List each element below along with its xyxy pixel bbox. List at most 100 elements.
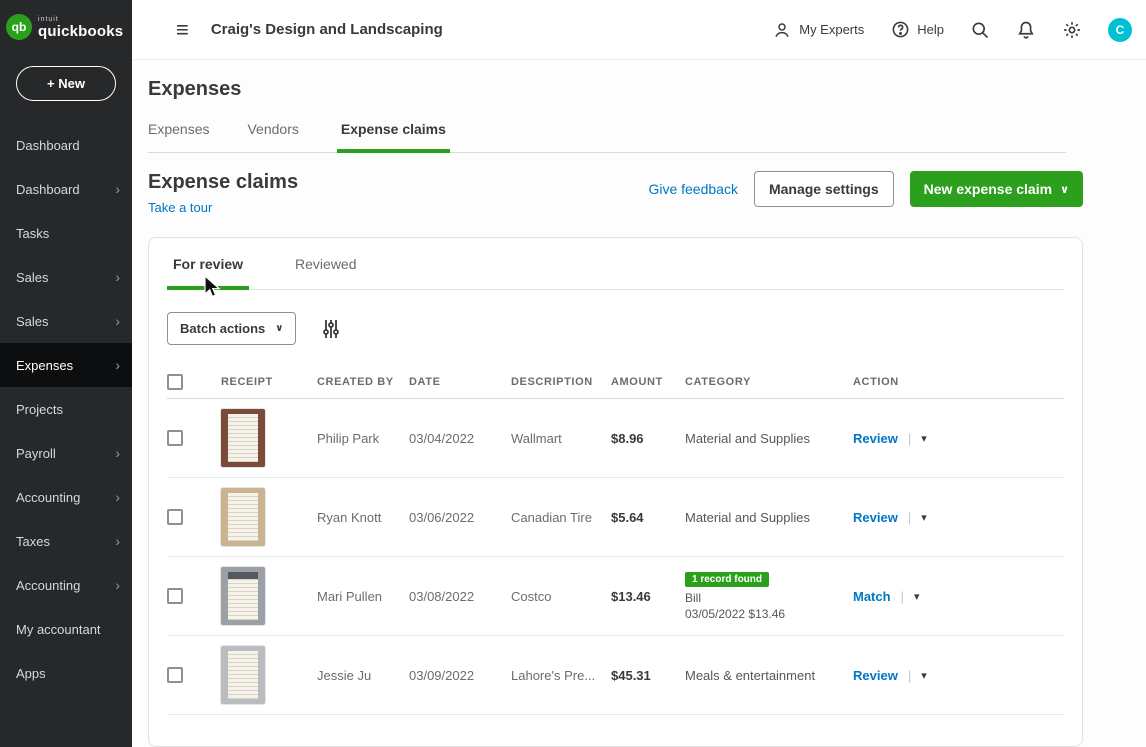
- help-button[interactable]: Help: [890, 20, 944, 40]
- chevron-down-icon: ∨: [1060, 183, 1069, 196]
- divider: |: [907, 430, 912, 446]
- tab-for-review[interactable]: For review: [167, 256, 250, 290]
- sidebar-item-payroll[interactable]: Payroll ›: [0, 431, 132, 475]
- sidebar-item-apps[interactable]: Apps: [0, 651, 132, 695]
- settings-gear-icon[interactable]: [1062, 20, 1082, 40]
- created-by-cell: Ryan Knott: [317, 509, 382, 525]
- category-cell: Material and Supplies: [685, 430, 811, 446]
- amount-cell: $5.64: [611, 509, 644, 525]
- amount-cell: $8.96: [611, 430, 644, 446]
- created-by-cell: Philip Park: [317, 430, 380, 446]
- column-header-receipt: RECEIPT: [221, 375, 273, 388]
- user-avatar[interactable]: C: [1108, 17, 1132, 42]
- tab-expenses[interactable]: Expenses: [148, 121, 209, 152]
- receipt-thumbnail[interactable]: [221, 567, 265, 625]
- date-cell: 03/08/2022: [409, 588, 475, 604]
- qb-logo-icon: qb: [6, 14, 32, 40]
- sidebar-item-dashboard-2[interactable]: Dashboard ›: [0, 167, 132, 211]
- receipt-thumbnail[interactable]: [221, 409, 265, 467]
- chevron-right-icon: ›: [115, 533, 120, 549]
- table-row: Ryan Knott 03/06/2022 Canadian Tire $5.6…: [167, 478, 1064, 557]
- sidebar-item-accounting-2[interactable]: Accounting ›: [0, 563, 132, 607]
- sidebar-item-sales[interactable]: Sales ›: [0, 255, 132, 299]
- description-cell: Costco: [511, 588, 552, 604]
- table-row: Mari Pullen 03/08/2022 Costco $13.46 1 r…: [167, 557, 1064, 636]
- sidebar-item-tasks[interactable]: Tasks: [0, 211, 132, 255]
- row-action-dropdown-icon[interactable]: ▾: [914, 590, 920, 603]
- tab-expense-claims[interactable]: Expense claims: [336, 121, 450, 153]
- table-toolbar: Batch actions ∨: [167, 312, 1064, 345]
- created-by-cell: Mari Pullen: [317, 588, 383, 604]
- quickbooks-wordmark: quickbooks: [38, 22, 124, 40]
- app-root: qb intuit quickbooks + New Dashboard Das…: [0, 0, 1146, 747]
- category-cell: Material and Supplies: [685, 509, 811, 525]
- sidebar-item-taxes[interactable]: Taxes ›: [0, 519, 132, 563]
- select-all-checkbox[interactable]: [167, 373, 183, 390]
- notifications-bell-icon[interactable]: [1016, 20, 1036, 40]
- match-action-link[interactable]: Match: [853, 589, 891, 604]
- review-action-link[interactable]: Review: [853, 431, 898, 446]
- chevron-right-icon: ›: [115, 357, 120, 373]
- sidebar: qb intuit quickbooks + New Dashboard Das…: [0, 0, 132, 747]
- take-a-tour-link[interactable]: Take a tour: [148, 200, 212, 215]
- chevron-right-icon: ›: [115, 181, 120, 197]
- sidebar-item-dashboard[interactable]: Dashboard: [0, 123, 132, 167]
- description-cell: Wallmart: [511, 430, 562, 446]
- tab-reviewed[interactable]: Reviewed: [295, 256, 356, 289]
- divider: |: [907, 667, 912, 683]
- batch-actions-dropdown[interactable]: Batch actions ∨: [167, 312, 297, 345]
- column-header-amount: AMOUNT: [611, 375, 663, 388]
- row-checkbox[interactable]: [167, 588, 183, 604]
- date-cell: 03/06/2022: [409, 509, 475, 525]
- person-icon: [772, 20, 792, 40]
- sidebar-item-sales-2[interactable]: Sales ›: [0, 299, 132, 343]
- main-content: Expenses Expenses Vendors Expense claims…: [132, 60, 1146, 747]
- table-row: Jessie Ju 03/09/2022 Lahore's Pre... $45…: [167, 636, 1064, 715]
- help-icon: [890, 20, 910, 40]
- tab-vendors[interactable]: Vendors: [247, 121, 298, 152]
- chevron-right-icon: ›: [115, 313, 120, 329]
- divider: |: [900, 588, 904, 604]
- hamburger-menu-icon[interactable]: ≡: [176, 18, 189, 41]
- amount-cell: $45.31: [611, 667, 651, 683]
- description-cell: Canadian Tire: [511, 509, 592, 525]
- sidebar-item-expenses[interactable]: Expenses ›: [0, 343, 132, 387]
- column-header-description: DESCRIPTION: [511, 375, 593, 388]
- column-header-date: DATE: [409, 375, 441, 388]
- created-by-cell: Jessie Ju: [317, 667, 372, 683]
- column-header-category: CATEGORY: [685, 375, 751, 388]
- chevron-down-icon: ∨: [275, 323, 284, 334]
- sidebar-nav: Dashboard Dashboard › Tasks Sales › Sales ›…: [0, 123, 132, 695]
- manage-settings-button[interactable]: Manage settings: [753, 171, 894, 207]
- row-checkbox[interactable]: [167, 667, 183, 683]
- give-feedback-link[interactable]: Give feedback: [648, 181, 738, 197]
- my-experts-button[interactable]: My Experts: [772, 20, 864, 40]
- column-header-action: ACTION: [853, 375, 899, 388]
- new-expense-claim-button[interactable]: New expense claim ∨: [909, 171, 1083, 207]
- sidebar-item-my-accountant[interactable]: My accountant: [0, 607, 132, 651]
- filter-sliders-icon[interactable]: [322, 319, 340, 339]
- page-title: Expenses: [148, 78, 242, 100]
- chevron-right-icon: ›: [115, 489, 120, 505]
- divider: |: [907, 509, 912, 525]
- new-button[interactable]: + New: [16, 66, 116, 101]
- amount-cell: $13.46: [611, 588, 651, 604]
- row-checkbox[interactable]: [167, 509, 183, 525]
- chevron-right-icon: ›: [115, 577, 120, 593]
- review-action-link[interactable]: Review: [853, 510, 898, 525]
- search-icon[interactable]: [970, 20, 990, 40]
- row-action-dropdown-icon[interactable]: ▾: [921, 669, 927, 682]
- review-action-link[interactable]: Review: [853, 668, 898, 683]
- page-tabs: Expenses Vendors Expense claims: [148, 121, 1066, 153]
- receipt-thumbnail[interactable]: [221, 488, 265, 546]
- chevron-right-icon: ›: [115, 269, 120, 285]
- row-action-dropdown-icon[interactable]: ▾: [921, 432, 927, 445]
- row-checkbox[interactable]: [167, 430, 183, 446]
- row-action-dropdown-icon[interactable]: ▾: [921, 511, 927, 524]
- sidebar-item-accounting[interactable]: Accounting ›: [0, 475, 132, 519]
- matched-doc-type: Bill: [685, 590, 702, 605]
- receipt-thumbnail[interactable]: [221, 646, 265, 704]
- record-found-badge: 1 record found: [685, 571, 770, 587]
- date-cell: 03/04/2022: [409, 430, 475, 446]
- sidebar-item-projects[interactable]: Projects: [0, 387, 132, 431]
